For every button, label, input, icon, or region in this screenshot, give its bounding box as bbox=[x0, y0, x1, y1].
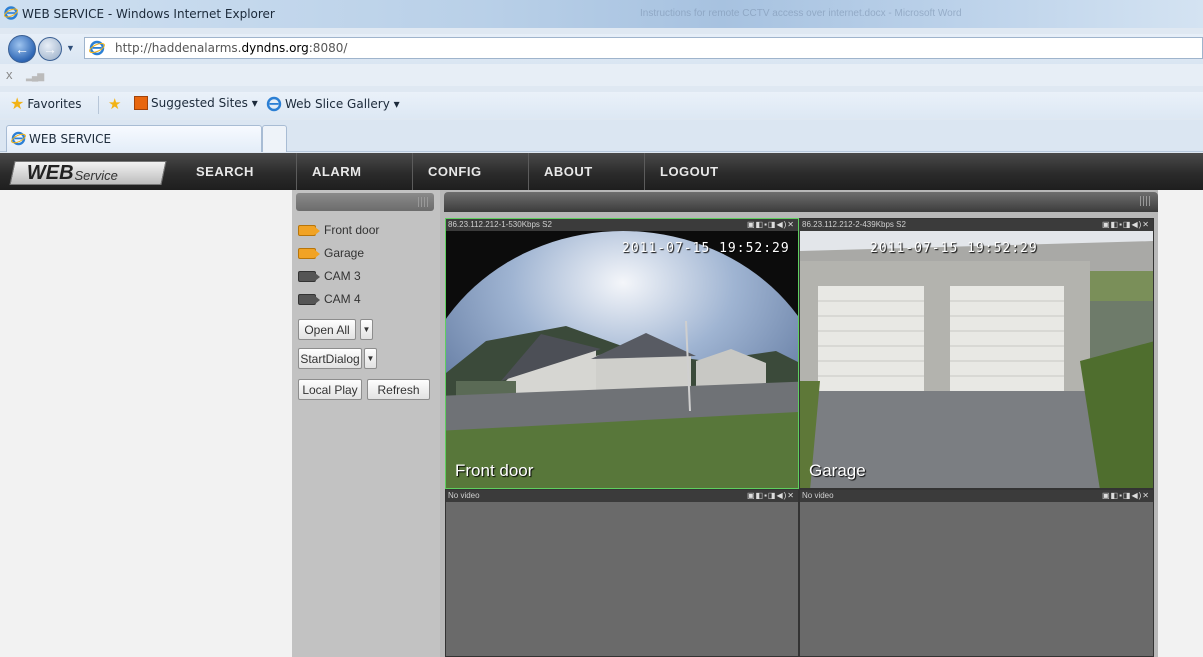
camera-panel-header bbox=[296, 193, 434, 211]
open-all-dropdown[interactable]: ▼ bbox=[360, 319, 373, 340]
video-pane-front-door[interactable]: 86.23.112.212-1-530Kbps S2 ▣◧▪◨◀)✕ 2011-… bbox=[445, 218, 799, 489]
forward-arrow-icon: → bbox=[43, 41, 57, 57]
right-blank-area bbox=[1158, 190, 1203, 657]
camera-label: CAM 3 bbox=[324, 269, 361, 283]
camera-active-icon bbox=[298, 224, 320, 236]
front-door-feed bbox=[446, 231, 798, 488]
video-panel-header bbox=[444, 192, 1158, 212]
window-title: WEB SERVICE - Windows Internet Explorer bbox=[22, 7, 275, 21]
video-pane-4[interactable]: No video ▣◧▪◨◀)✕ bbox=[799, 489, 1154, 657]
pane-camera-name: Front door bbox=[455, 461, 534, 480]
suggested-sites-label: Suggested Sites ▾ bbox=[151, 96, 258, 110]
divider bbox=[98, 96, 99, 114]
left-blank-area bbox=[0, 190, 292, 657]
url-text: http://haddenalarms.dyndns.org:8080/ bbox=[115, 41, 348, 55]
camera-item-cam3[interactable]: CAM 3 bbox=[298, 269, 361, 283]
camera-label: Front door bbox=[324, 223, 380, 237]
menu-alarm[interactable]: ALARM bbox=[312, 164, 361, 179]
pane-toolbar-icons[interactable]: ▣◧▪◨◀)✕ bbox=[1102, 219, 1150, 231]
history-dropdown-icon[interactable]: ▼ bbox=[66, 43, 75, 53]
camera-item-front-door[interactable]: Front door bbox=[298, 223, 379, 237]
camera-label: Garage bbox=[324, 246, 365, 260]
back-button[interactable]: ← bbox=[8, 35, 36, 63]
pane-toolbar-icons[interactable]: ▣◧▪◨◀)✕ bbox=[1102, 490, 1150, 502]
menu-config[interactable]: CONFIG bbox=[428, 164, 482, 179]
menu-search[interactable]: SEARCH bbox=[196, 164, 254, 179]
grip-icon[interactable] bbox=[1140, 196, 1150, 206]
menu-divider bbox=[528, 153, 529, 190]
signal-bars-icon: ▂▄▆ bbox=[26, 71, 44, 81]
video-panel: 86.23.112.212-1-530Kbps S2 ▣◧▪◨◀)✕ 2011-… bbox=[440, 190, 1158, 657]
camera-active-icon bbox=[298, 247, 320, 259]
favorites-bar: ★ Favorites ★ Suggested Sites ▾ Web Slic… bbox=[0, 92, 1203, 118]
local-play-button[interactable]: Local Play bbox=[298, 379, 362, 400]
pane-timestamp: 2011-07-15 19:52:29 bbox=[870, 241, 1038, 256]
pane-info: No video bbox=[800, 490, 1153, 502]
new-tab-button[interactable] bbox=[262, 125, 287, 152]
pane-info: 86.23.112.212-1-530Kbps S2 bbox=[446, 219, 798, 231]
menu-divider bbox=[296, 153, 297, 190]
close-toolbar-icon[interactable]: x bbox=[6, 67, 13, 82]
menu-about[interactable]: ABOUT bbox=[544, 164, 593, 179]
pane-info: 86.23.112.212-2-439Kbps S2 bbox=[800, 219, 1153, 231]
web-slice-gallery-button[interactable]: Web Slice Gallery ▾ bbox=[266, 96, 400, 112]
camera-label: CAM 4 bbox=[324, 292, 361, 306]
background-window-title: Instructions for remote CCTV access over… bbox=[640, 8, 962, 19]
pane-camera-name: Garage bbox=[809, 461, 866, 480]
window-titlebar: WEB SERVICE - Windows Internet Explorer … bbox=[0, 0, 1203, 28]
camera-list-panel: Front door Garage CAM 3 CAM 4 Open All ▼… bbox=[292, 190, 440, 657]
add-favorite-star-icon: ★ bbox=[108, 95, 122, 113]
favorites-star-icon: ★ bbox=[10, 94, 25, 113]
tab-row: WEB SERVICE bbox=[0, 120, 1203, 152]
back-arrow-icon: ← bbox=[15, 41, 29, 57]
start-dialog-button[interactable]: StartDialog bbox=[298, 348, 362, 369]
address-bar-row: ← → ▼ http://haddenalarms.dyndns.org:808… bbox=[0, 34, 1203, 64]
video-pane-3[interactable]: No video ▣◧▪◨◀)✕ bbox=[445, 489, 799, 657]
refresh-button[interactable]: Refresh bbox=[367, 379, 430, 400]
ie-icon bbox=[4, 6, 18, 20]
favorites-button[interactable]: ★ Favorites bbox=[10, 96, 82, 112]
tab-ie-icon bbox=[11, 131, 26, 146]
camera-inactive-icon bbox=[298, 270, 320, 282]
menu-divider bbox=[644, 153, 645, 190]
logo-main: WEB bbox=[26, 162, 74, 184]
start-dialog-dropdown[interactable]: ▼ bbox=[364, 348, 377, 369]
video-pane-garage[interactable]: 86.23.112.212-2-439Kbps S2 ▣◧▪◨◀)✕ 2011-… bbox=[799, 218, 1154, 489]
forward-button[interactable]: → bbox=[38, 37, 62, 61]
logo-sub: Service bbox=[74, 168, 118, 183]
pane-toolbar-icons[interactable]: ▣◧▪◨◀)✕ bbox=[747, 490, 795, 502]
pane-info: No video bbox=[446, 490, 798, 502]
menu-logout[interactable]: LOGOUT bbox=[660, 164, 719, 179]
app-navbar: WEB Service SEARCH ALARM CONFIG ABOUT LO… bbox=[0, 153, 1203, 190]
camera-item-garage[interactable]: Garage bbox=[298, 246, 364, 260]
web-slice-ie-icon bbox=[266, 96, 282, 112]
tab-web-service[interactable]: WEB SERVICE bbox=[6, 125, 262, 152]
camera-inactive-icon bbox=[298, 293, 320, 305]
url-input[interactable]: http://haddenalarms.dyndns.org:8080/ bbox=[84, 37, 1203, 59]
pane-toolbar-icons[interactable]: ▣◧▪◨◀)✕ bbox=[747, 219, 795, 231]
camera-item-cam4[interactable]: CAM 4 bbox=[298, 292, 361, 306]
favorites-label: Favorites bbox=[27, 97, 82, 111]
page-ie-icon bbox=[89, 40, 105, 56]
pane-timestamp: 2011-07-15 19:52:29 bbox=[622, 241, 790, 256]
open-all-button[interactable]: Open All bbox=[298, 319, 356, 340]
menu-divider bbox=[412, 153, 413, 190]
tab-title: WEB SERVICE bbox=[29, 132, 112, 146]
command-row: x ▂▄▆ bbox=[0, 64, 1203, 86]
web-service-logo: WEB Service bbox=[9, 161, 167, 185]
web-slice-gallery-label: Web Slice Gallery ▾ bbox=[285, 97, 400, 111]
garage-feed bbox=[800, 231, 1153, 488]
suggested-sites-icon bbox=[134, 96, 148, 110]
add-favorites-button[interactable]: ★ bbox=[108, 96, 121, 112]
suggested-sites-button[interactable]: Suggested Sites ▾ bbox=[134, 96, 258, 110]
grip-icon[interactable] bbox=[418, 197, 428, 207]
